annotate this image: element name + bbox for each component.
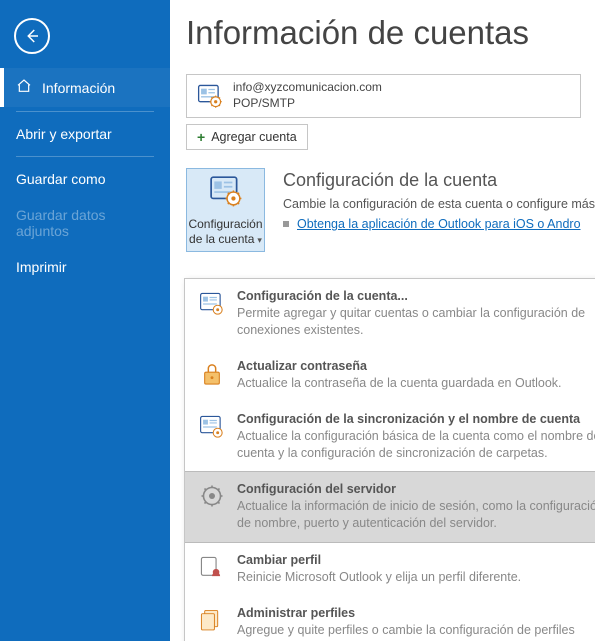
page-title: Información de cuentas	[186, 14, 595, 52]
account-gear-icon	[197, 83, 223, 109]
sidebar-item-label: Abrir y exportar	[16, 126, 112, 142]
sidebar-separator	[16, 111, 154, 112]
dd-item-server-settings[interactable]: Configuración del servidor Actualice la …	[185, 471, 595, 543]
home-icon	[16, 78, 32, 97]
profiles-icon	[197, 606, 227, 634]
dd-desc: Actualice la contraseña de la cuenta gua…	[237, 375, 562, 392]
dd-item-manage-profiles[interactable]: Administrar perfiles Agregue y quite per…	[185, 596, 595, 641]
sidebar-separator	[16, 156, 154, 157]
lock-icon	[197, 359, 227, 387]
config-button-line1: Configuración	[188, 217, 262, 231]
main-content: Información de cuentas info@xyzcomunicac…	[170, 0, 595, 641]
sidebar-item-print[interactable]: Imprimir	[0, 249, 170, 285]
dd-desc: Actualice la configuración básica de la …	[237, 428, 595, 462]
config-button-line2: de la cuenta	[189, 232, 254, 246]
dd-title: Configuración de la sincronización y el …	[237, 412, 595, 426]
dd-title: Administrar perfiles	[237, 606, 595, 620]
sidebar-item-save-as[interactable]: Guardar como	[0, 161, 170, 197]
dd-title: Configuración de la cuenta...	[237, 289, 595, 303]
dd-desc: Reinicie Microsoft Outlook y elija un pe…	[237, 569, 521, 586]
sidebar-item-label: Información	[42, 80, 115, 96]
sidebar-item-label: Guardar como	[16, 171, 105, 187]
plus-icon: +	[197, 129, 205, 145]
dd-desc: Actualice la información de inicio de se…	[237, 498, 595, 532]
dd-desc: Agregue y quite perfiles o cambie la con…	[237, 622, 595, 641]
sidebar-item-open-export[interactable]: Abrir y exportar	[0, 116, 170, 152]
settings-desc: Cambie la configuración de esta cuenta o…	[283, 197, 595, 211]
chevron-down-icon: ▾	[257, 235, 262, 245]
back-button[interactable]	[14, 18, 50, 54]
sidebar-item-info[interactable]: Información	[0, 68, 170, 107]
add-account-button[interactable]: + Agregar cuenta	[186, 124, 308, 150]
dd-item-sync-name-settings[interactable]: Configuración de la sincronización y el …	[185, 402, 595, 472]
dd-title: Cambiar perfil	[237, 553, 521, 567]
sidebar-item-label: Guardar datos adjuntos	[16, 207, 154, 239]
account-settings-button[interactable]: Configuración de la cuenta▾	[186, 168, 265, 252]
profile-switch-icon	[197, 553, 227, 581]
add-account-label: Agregar cuenta	[211, 130, 296, 144]
account-gear-icon	[197, 412, 227, 440]
back-arrow-icon	[23, 27, 41, 45]
get-app-link[interactable]: Obtenga la aplicación de Outlook para iO…	[297, 217, 581, 231]
dd-title: Actualizar contraseña	[237, 359, 562, 373]
account-email: info@xyzcomunicacion.com	[233, 80, 382, 96]
dd-desc: Permite agregar y quitar cuentas o cambi…	[237, 305, 595, 339]
sidebar-item-save-attachments: Guardar datos adjuntos	[0, 197, 170, 249]
gear-icon	[197, 482, 227, 508]
dd-item-account-settings[interactable]: Configuración de la cuenta... Permite ag…	[185, 279, 595, 349]
account-type: POP/SMTP	[233, 96, 382, 112]
settings-heading: Configuración de la cuenta	[283, 170, 595, 191]
account-info: info@xyzcomunicacion.com POP/SMTP	[233, 80, 382, 111]
dd-item-update-password[interactable]: Actualizar contraseña Actualice la contr…	[185, 349, 595, 402]
backstage-sidebar: Información Abrir y exportar Guardar com…	[0, 0, 170, 641]
dd-title: Configuración del servidor	[237, 482, 595, 496]
account-gear-icon	[197, 289, 227, 317]
account-settings-dropdown: Configuración de la cuenta... Permite ag…	[184, 278, 595, 641]
account-selector[interactable]: info@xyzcomunicacion.com POP/SMTP	[186, 74, 581, 118]
sidebar-item-label: Imprimir	[16, 259, 67, 275]
bullet-icon	[283, 221, 289, 227]
dd-item-change-profile[interactable]: Cambiar perfil Reinicie Microsoft Outloo…	[185, 543, 595, 596]
account-gear-icon	[209, 174, 243, 211]
